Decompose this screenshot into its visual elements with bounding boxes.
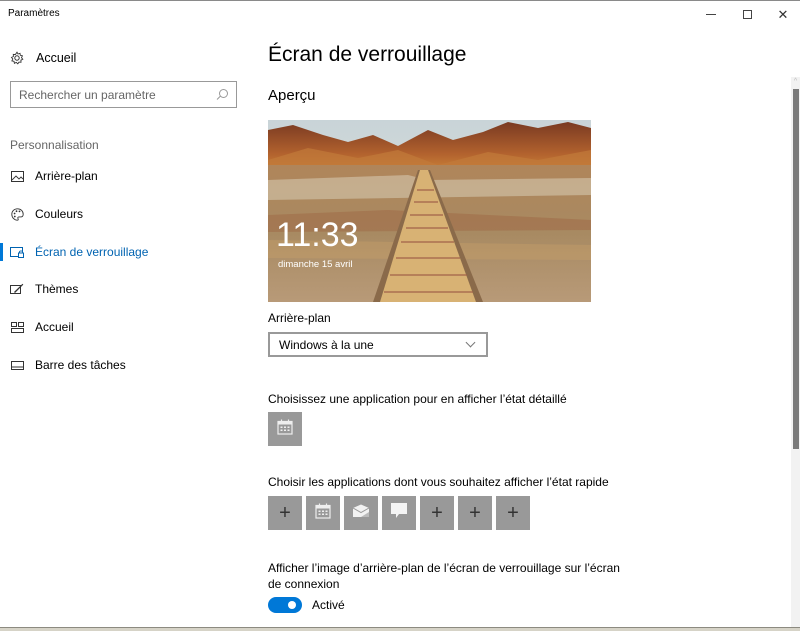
sidebar-item-label: Barre des tâches	[35, 358, 126, 372]
quick-status-app-button-5[interactable]: +	[420, 496, 454, 530]
quick-status-label: Choisir les applications dont vous souha…	[268, 475, 609, 489]
preview-date: dimanche 15 avril	[278, 259, 353, 270]
title-bar: Paramètres ✕	[0, 1, 800, 29]
scrollbar-thumb[interactable]	[793, 89, 799, 449]
close-button[interactable]: ✕	[765, 1, 800, 27]
background-window-strip	[0, 627, 800, 631]
chevron-down-icon	[465, 337, 476, 348]
background-dropdown[interactable]: Windows à la une	[268, 332, 488, 357]
detailed-status-app-button[interactable]	[268, 412, 302, 446]
sidebar-item-background[interactable]: Arrière-plan	[0, 165, 248, 187]
sidebar-home[interactable]: Accueil	[10, 49, 76, 67]
settings-window: Paramètres ✕ Accueil Personnalisation Ar…	[0, 0, 800, 631]
sidebar-item-label: Arrière-plan	[35, 169, 98, 183]
plus-icon: +	[507, 502, 519, 524]
search-icon[interactable]	[216, 88, 228, 101]
sidebar-item-themes[interactable]: Thèmes	[0, 278, 248, 300]
mail-icon	[352, 504, 370, 523]
maximize-button[interactable]	[729, 1, 765, 27]
signin-background-toggle[interactable]	[268, 597, 302, 613]
themes-icon	[10, 282, 24, 296]
sidebar-item-label: Couleurs	[35, 207, 84, 221]
sidebar-item-label: Accueil	[35, 320, 74, 334]
maximize-icon	[742, 9, 752, 19]
background-label: Arrière-plan	[268, 311, 331, 325]
preview-heading: Aperçu	[268, 87, 316, 104]
minimize-icon	[706, 13, 716, 15]
sidebar-item-label: Écran de verrouillage	[35, 245, 149, 259]
sidebar-item-label: Thèmes	[35, 282, 79, 296]
calendar-icon	[315, 503, 331, 524]
search-box[interactable]	[10, 81, 237, 108]
quick-status-app-button-1[interactable]: +	[268, 496, 302, 530]
window-title: Paramètres	[8, 8, 60, 19]
quick-status-app-button-2[interactable]	[306, 496, 340, 530]
lock-screen-icon	[10, 245, 24, 259]
quick-status-app-button-7[interactable]: +	[496, 496, 530, 530]
toggle-state-label: Activé	[312, 598, 345, 612]
search-input[interactable]	[19, 87, 216, 102]
gear-icon	[10, 51, 24, 65]
plus-icon: +	[431, 502, 443, 524]
quick-status-app-button-3[interactable]	[344, 496, 378, 530]
sidebar-home-label: Accueil	[36, 51, 77, 65]
palette-icon	[10, 207, 24, 221]
section-label: Personnalisation	[10, 138, 99, 152]
picture-icon	[10, 169, 24, 183]
lock-screen-preview: 11:33 dimanche 15 avril	[268, 120, 591, 302]
sidebar: Accueil Personnalisation Arrière-plan Co…	[0, 29, 248, 629]
plus-icon: +	[469, 502, 481, 524]
calendar-icon	[277, 419, 293, 440]
page-title: Écran de verrouillage	[268, 43, 467, 66]
plus-icon: +	[279, 502, 291, 524]
start-icon	[10, 320, 24, 334]
taskbar-icon	[10, 358, 24, 372]
preview-background-image	[268, 120, 591, 302]
sidebar-item-taskbar[interactable]: Barre des tâches	[0, 354, 248, 376]
minimize-button[interactable]	[693, 1, 729, 27]
sidebar-item-colors[interactable]: Couleurs	[0, 203, 248, 225]
vertical-scrollbar[interactable]: ^	[791, 77, 800, 627]
quick-status-app-button-4[interactable]	[382, 496, 416, 530]
background-dropdown-value: Windows à la une	[279, 337, 374, 352]
close-icon: ✕	[777, 6, 789, 22]
message-icon	[390, 502, 408, 524]
sidebar-item-lock-screen[interactable]: Écran de verrouillage	[0, 241, 248, 263]
scroll-up-icon[interactable]: ^	[791, 77, 800, 87]
sidebar-item-start[interactable]: Accueil	[0, 316, 248, 338]
preview-clock: 11:33	[276, 216, 359, 254]
signin-background-label: Afficher l’image d’arrière-plan de l’écr…	[268, 561, 620, 591]
quick-status-app-button-6[interactable]: +	[458, 496, 492, 530]
detailed-status-label: Choisissez une application pour en affic…	[268, 392, 567, 406]
